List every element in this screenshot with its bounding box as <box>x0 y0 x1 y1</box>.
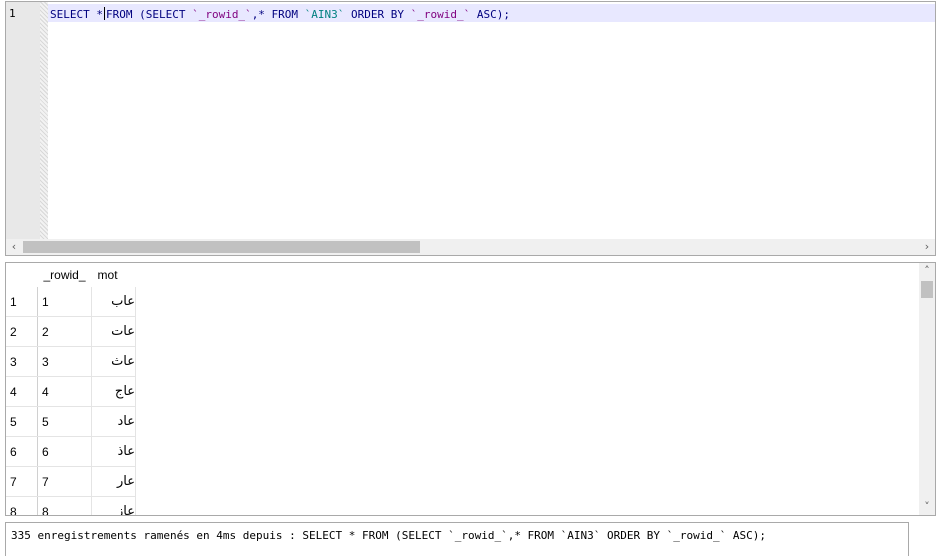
scroll-down-arrow-icon[interactable]: ˅ <box>919 499 935 515</box>
rowid-cell[interactable]: 3 <box>37 346 93 377</box>
scroll-left-arrow-icon[interactable]: ‹ <box>6 239 22 255</box>
rowid-cell[interactable]: 7 <box>37 466 93 497</box>
rowid-cell[interactable]: 1 <box>37 287 93 317</box>
sql-table-name: `AIN3` <box>304 8 345 21</box>
sql-keyword: FROM (SELECT <box>105 8 193 21</box>
editor-horizontal-scrollbar[interactable]: ‹ › <box>6 239 935 255</box>
rowid-cell[interactable]: 2 <box>37 316 93 347</box>
column-header-mot[interactable]: mot <box>91 263 136 287</box>
table-row[interactable]: 7 7 عار <box>6 466 137 497</box>
fold-margin <box>40 2 48 240</box>
scroll-right-arrow-icon[interactable]: › <box>919 239 935 255</box>
row-number-cell: 6 <box>6 436 38 467</box>
sql-code-line[interactable]: SELECT * FROM (SELECT `_rowid_`,* FROM `A… <box>50 7 510 21</box>
column-header-rowid[interactable]: _rowid_ <box>37 263 92 287</box>
sql-editor[interactable]: 1 SELECT * FROM (SELECT `_rowid_`,* FROM … <box>5 1 936 256</box>
row-number-cell: 7 <box>6 466 38 497</box>
scroll-up-arrow-icon[interactable]: ˄ <box>919 263 935 279</box>
status-message: 335 enregistrements ramenés en 4ms depui… <box>5 522 909 556</box>
row-number-cell: 1 <box>6 287 38 317</box>
line-number-gutter: 1 <box>6 2 40 240</box>
table-row[interactable]: 1 1 عاب <box>6 287 137 317</box>
mot-cell[interactable]: عاب <box>91 287 137 317</box>
table-row[interactable]: 3 3 عاث <box>6 346 137 377</box>
text-caret <box>103 7 105 20</box>
mot-cell[interactable]: عاذ <box>91 436 137 467</box>
rowid-cell[interactable]: 6 <box>37 436 93 467</box>
sql-identifier: `_rowid_` <box>192 8 252 21</box>
header-row: _rowid_ mot <box>6 263 136 287</box>
table-row[interactable]: 2 2 عات <box>6 316 137 347</box>
row-number-cell: 4 <box>6 376 38 407</box>
row-number-cell: 8 <box>6 496 38 515</box>
sql-keyword: ,* FROM <box>251 8 305 21</box>
row-number-cell: 2 <box>6 316 38 347</box>
mot-cell[interactable]: عاز <box>91 496 137 515</box>
sql-keyword: ASC); <box>470 8 511 21</box>
mot-cell[interactable]: عار <box>91 466 137 497</box>
results-grid[interactable]: _rowid_ mot 1 1 عاب 2 2 عات 3 3 عاث 4 4 عاج 5 5 عاد 6 6 ع… <box>5 262 936 516</box>
sql-identifier: `_rowid_` <box>410 8 471 21</box>
mot-cell[interactable]: عات <box>91 316 137 347</box>
header-corner <box>6 263 38 287</box>
line-number: 1 <box>9 7 16 20</box>
row-number-cell: 3 <box>6 346 38 377</box>
rowid-cell[interactable]: 8 <box>37 496 93 515</box>
mot-cell[interactable]: عاج <box>91 376 137 407</box>
sql-keyword: ORDER BY <box>344 8 411 21</box>
results-vertical-scrollbar[interactable]: ˄ ˅ <box>919 263 935 515</box>
vertical-scroll-thumb[interactable] <box>921 281 933 298</box>
horizontal-scroll-thumb[interactable] <box>23 241 420 253</box>
row-number-cell: 5 <box>6 406 38 437</box>
table-row[interactable]: 4 4 عاج <box>6 376 137 407</box>
rowid-cell[interactable]: 5 <box>37 406 93 437</box>
sql-keyword: SELECT * <box>50 8 103 21</box>
results-table: _rowid_ mot 1 1 عاب 2 2 عات 3 3 عاث 4 4 عاج 5 5 عاد 6 6 ع… <box>6 263 137 515</box>
table-row[interactable]: 8 8 عاز <box>6 496 137 515</box>
table-row[interactable]: 6 6 عاذ <box>6 436 137 467</box>
mot-cell[interactable]: عاث <box>91 346 137 377</box>
rowid-cell[interactable]: 4 <box>37 376 93 407</box>
mot-cell[interactable]: عاد <box>91 406 137 437</box>
table-row[interactable]: 5 5 عاد <box>6 406 137 437</box>
